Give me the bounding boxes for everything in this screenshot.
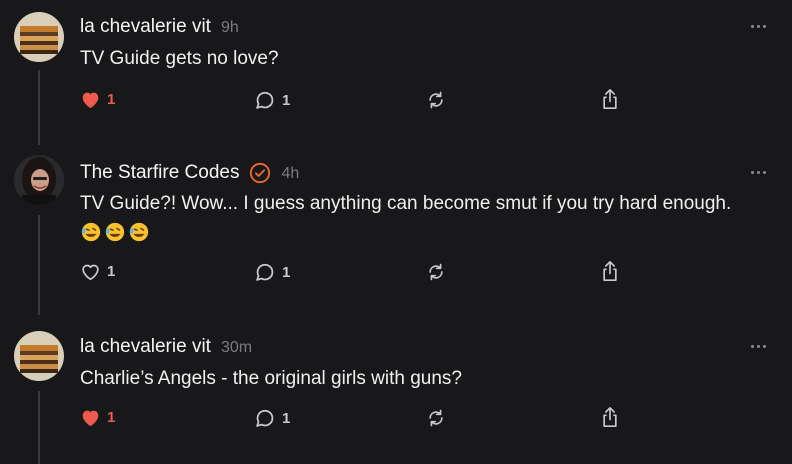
rolling-laughing-emoji <box>129 222 149 242</box>
avatar[interactable] <box>14 331 64 381</box>
reply-thread: la chevalerie vit 9h TV Guide gets no lo… <box>0 0 792 464</box>
like-button[interactable]: 1 <box>80 90 115 109</box>
comment-icon <box>256 91 274 109</box>
repost-button[interactable] <box>426 90 446 110</box>
repost-icon <box>429 91 443 109</box>
share-icon <box>603 89 617 109</box>
comment-icon <box>256 263 274 281</box>
timestamp[interactable]: 30m <box>221 339 252 357</box>
heart-icon <box>82 264 99 281</box>
like-count: 1 <box>107 263 116 280</box>
share-button[interactable] <box>600 260 620 282</box>
repost-icon <box>429 263 443 281</box>
verified-badge-icon <box>249 162 271 189</box>
thread-line <box>38 70 40 145</box>
reply-button[interactable]: 1 <box>254 408 290 429</box>
avatar[interactable] <box>14 155 64 205</box>
post-text: TV Guide gets no love? <box>80 48 279 69</box>
share-icon <box>603 261 617 281</box>
share-button[interactable] <box>600 88 620 110</box>
emoji-row <box>80 221 150 243</box>
reply-button[interactable]: 1 <box>254 90 290 111</box>
repost-icon <box>429 409 443 427</box>
avatar[interactable] <box>14 12 64 62</box>
share-icon <box>603 407 617 427</box>
author-name[interactable]: The Starfire Codes <box>80 162 239 184</box>
post-text: TV Guide?! Wow... I guess anything can b… <box>80 193 732 214</box>
reply-count: 1 <box>282 410 291 427</box>
rolling-laughing-emoji <box>81 222 101 242</box>
thread-line <box>38 391 40 464</box>
repost-button[interactable] <box>426 408 446 428</box>
heart-icon <box>82 92 99 109</box>
like-button[interactable]: 1 <box>80 262 115 281</box>
reply-count: 1 <box>282 92 291 109</box>
like-button[interactable]: 1 <box>80 408 115 427</box>
rolling-laughing-emoji <box>105 222 125 242</box>
comment-icon <box>256 409 274 427</box>
like-count: 1 <box>107 409 116 426</box>
author-name[interactable]: la chevalerie vit <box>80 16 211 38</box>
post-header: The Starfire Codes 4h <box>80 162 299 189</box>
more-options-icon[interactable] <box>751 345 766 348</box>
thread-line <box>38 215 40 315</box>
more-options-icon[interactable] <box>751 25 766 28</box>
reply-button[interactable]: 1 <box>254 262 290 283</box>
repost-button[interactable] <box>426 262 446 282</box>
post-header: la chevalerie vit 30m <box>80 336 252 358</box>
like-count: 1 <box>107 91 116 108</box>
timestamp[interactable]: 9h <box>221 19 239 37</box>
reply-count: 1 <box>282 264 291 281</box>
heart-icon <box>82 410 99 427</box>
timestamp[interactable]: 4h <box>281 165 299 183</box>
post-text: Charlie’s Angels - the original girls wi… <box>80 368 462 389</box>
author-name[interactable]: la chevalerie vit <box>80 336 211 358</box>
more-options-icon[interactable] <box>751 171 766 174</box>
post-header: la chevalerie vit 9h <box>80 16 239 38</box>
share-button[interactable] <box>600 406 620 428</box>
